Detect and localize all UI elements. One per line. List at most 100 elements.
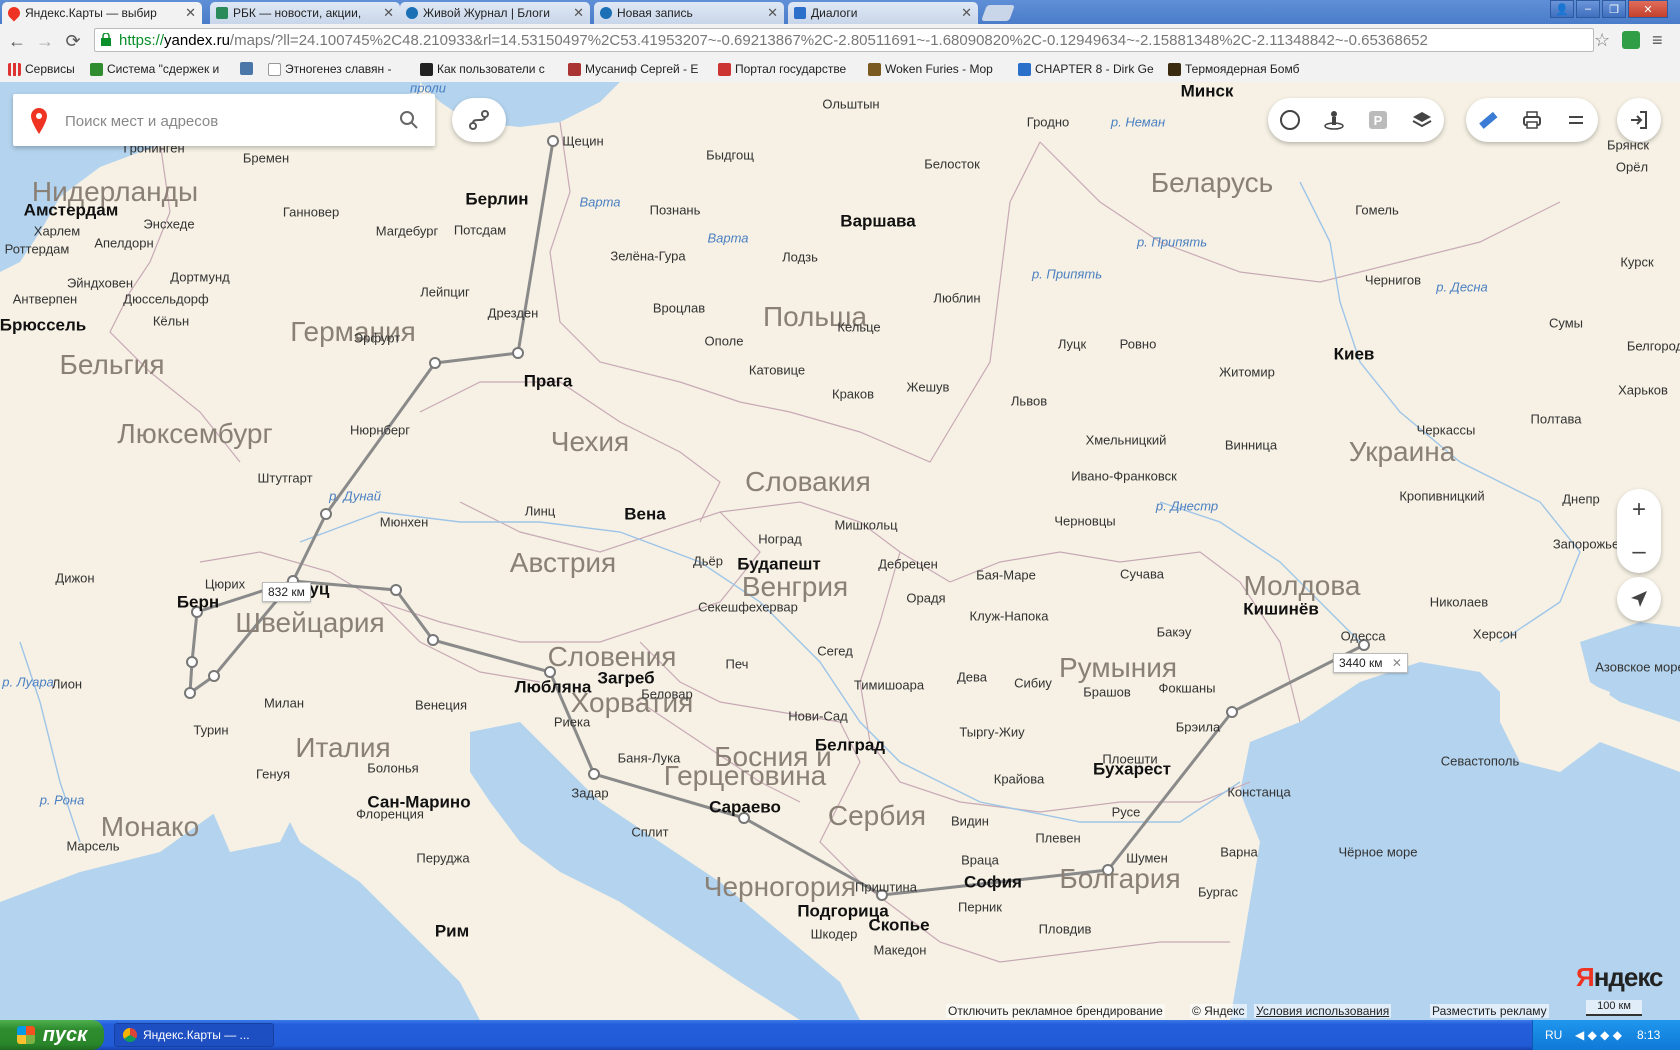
city-label[interactable]: Лодзь <box>782 251 818 264</box>
maximize-button[interactable]: ❐ <box>1602 0 1626 18</box>
layers-button[interactable] <box>1400 98 1444 142</box>
capital-label[interactable]: Кишинёв <box>1243 601 1319 618</box>
panorama-button[interactable] <box>1312 98 1356 142</box>
close-icon[interactable]: ✕ <box>1392 656 1402 670</box>
bookmark-item[interactable]: Woken Furies - Mop <box>868 62 1008 76</box>
city-label[interactable]: Македон <box>874 944 927 957</box>
bookmark-item[interactable]: Мусаниф Сергей - Е <box>568 62 708 76</box>
city-label[interactable]: Ровно <box>1120 338 1157 351</box>
city-label[interactable]: Сучава <box>1120 568 1164 581</box>
city-label[interactable]: Плоешти <box>1102 753 1157 766</box>
capital-label[interactable]: Будапешт <box>737 556 821 573</box>
city-label[interactable]: Луцк <box>1058 338 1086 351</box>
taskbar-item-browser[interactable]: Яндекс.Карты — ... <box>114 1023 274 1047</box>
address-bar[interactable]: https://yandex.ru/maps/?ll=24.100745%2C4… <box>94 28 1594 52</box>
close-icon[interactable]: ✕ <box>383 5 394 21</box>
zoom-in-button[interactable]: + <box>1617 489 1661 531</box>
city-label[interactable]: Дьёр <box>693 555 723 568</box>
city-label[interactable]: Зелёна-Гура <box>610 250 685 263</box>
city-label[interactable]: Азовское море <box>1595 661 1680 674</box>
city-label[interactable]: Мишкольц <box>834 519 897 532</box>
city-label[interactable]: Хмельницкий <box>1086 434 1167 447</box>
city-label[interactable]: Риека <box>554 716 590 729</box>
city-label[interactable]: Шкодер <box>811 928 858 941</box>
map-canvas[interactable]: Нидерланды Бельгия Люксембург Германия Польш… <box>0 82 1680 1020</box>
city-label[interactable]: Харьков <box>1618 384 1668 397</box>
tab-yandex-maps[interactable]: Яндекс.Карты — выбир ✕ <box>2 2 202 24</box>
city-label[interactable]: Милан <box>264 697 304 710</box>
city-label[interactable]: Львов <box>1011 395 1047 408</box>
city-label[interactable]: Видин <box>951 815 989 828</box>
city-label[interactable]: Линц <box>525 505 555 518</box>
city-label[interactable]: Бая-Маре <box>976 569 1036 582</box>
city-label[interactable]: Люблин <box>933 292 980 305</box>
city-label[interactable]: Констанца <box>1227 786 1290 799</box>
reload-button[interactable]: ⟳ <box>62 30 84 52</box>
city-label[interactable]: Харлем <box>34 225 80 238</box>
bookmark-item[interactable]: Портал государстве <box>718 62 858 76</box>
city-label[interactable]: Кёльн <box>153 315 189 328</box>
print-button[interactable] <box>1510 98 1554 142</box>
extension-icon[interactable] <box>1622 31 1640 49</box>
city-label[interactable]: Белгород <box>1627 340 1680 353</box>
more-button[interactable] <box>1554 98 1598 142</box>
disable-branding-link[interactable]: Отключить рекламное брендирование <box>946 1004 1165 1018</box>
city-label[interactable]: Черкассы <box>1417 424 1476 437</box>
bookmark-item[interactable]: Термоядерная Бомб <box>1168 62 1308 76</box>
city-label[interactable]: Курск <box>1620 256 1653 269</box>
minimize-button[interactable]: – <box>1576 0 1600 18</box>
route-waypoint[interactable] <box>588 768 600 780</box>
city-label[interactable]: Апелдорн <box>94 237 153 250</box>
city-label[interactable]: Энсхеде <box>143 218 194 231</box>
city-label[interactable]: Днепр <box>1562 493 1599 506</box>
city-label[interactable]: Дева <box>957 671 987 684</box>
city-label[interactable]: Ополе <box>705 335 744 348</box>
bookmark-item[interactable]: CHAPTER 8 - Dirk Ge <box>1018 62 1158 76</box>
parking-button[interactable]: P <box>1356 98 1400 142</box>
city-label[interactable]: Эйндховен <box>67 277 133 290</box>
city-label[interactable]: Орадя <box>906 592 945 605</box>
search-icon[interactable] <box>399 110 419 130</box>
route-waypoint[interactable] <box>1226 706 1238 718</box>
city-label[interactable]: Орёл <box>1616 161 1648 174</box>
tray-icons[interactable]: ◀ ◆ ◆ ◆ <box>1575 1028 1622 1042</box>
city-label[interactable]: Потсдам <box>454 224 506 237</box>
city-label[interactable]: Лейпциг <box>420 286 470 299</box>
city-label[interactable]: Пловдив <box>1039 923 1092 936</box>
search-input[interactable] <box>63 108 387 134</box>
city-label[interactable]: Русе <box>1112 806 1141 819</box>
start-button[interactable]: пуск <box>0 1020 104 1050</box>
city-label[interactable]: Щецин <box>562 135 603 148</box>
tab-new-entry[interactable]: Новая запись ✕ <box>594 2 784 24</box>
user-icon[interactable]: 👤 <box>1550 0 1574 18</box>
bookmark-item[interactable]: Как пользователи с <box>420 62 560 76</box>
city-label[interactable]: Беловар <box>641 688 693 701</box>
city-label[interactable]: Дюссельдорф <box>123 293 208 306</box>
close-icon[interactable]: ✕ <box>185 5 196 21</box>
route-waypoint[interactable] <box>429 357 441 369</box>
capital-label[interactable]: Белград <box>815 737 885 754</box>
route-waypoint[interactable] <box>184 687 196 699</box>
city-label[interactable]: Цюрих <box>205 578 245 591</box>
close-icon[interactable]: ✕ <box>767 5 778 21</box>
ruler-button[interactable] <box>1466 98 1510 142</box>
city-label[interactable]: Дебрецен <box>878 558 938 571</box>
city-label[interactable]: Быдгощ <box>706 149 754 162</box>
city-label[interactable]: Дортмунд <box>170 271 229 284</box>
yandex-logo[interactable]: Яндекс <box>1576 962 1663 993</box>
city-label[interactable]: Бремен <box>243 152 289 165</box>
city-label[interactable]: Роттердам <box>5 243 70 256</box>
capital-label[interactable]: Сараево <box>709 799 781 816</box>
city-label[interactable]: Перник <box>958 901 1002 914</box>
back-button[interactable]: ← <box>6 30 28 52</box>
city-label[interactable]: Винница <box>1225 439 1277 452</box>
city-label[interactable]: Запорожье <box>1553 538 1619 551</box>
city-label[interactable]: Лион <box>52 678 82 691</box>
capital-label[interactable]: Киев <box>1334 346 1375 363</box>
city-label[interactable]: Сплит <box>631 826 668 839</box>
city-label[interactable]: Марсель <box>66 840 119 853</box>
city-label[interactable]: Житомир <box>1219 366 1275 379</box>
city-label[interactable]: Черновцы <box>1054 515 1115 528</box>
city-label[interactable]: Белосток <box>924 158 980 171</box>
language-indicator[interactable]: RU <box>1545 1028 1562 1042</box>
